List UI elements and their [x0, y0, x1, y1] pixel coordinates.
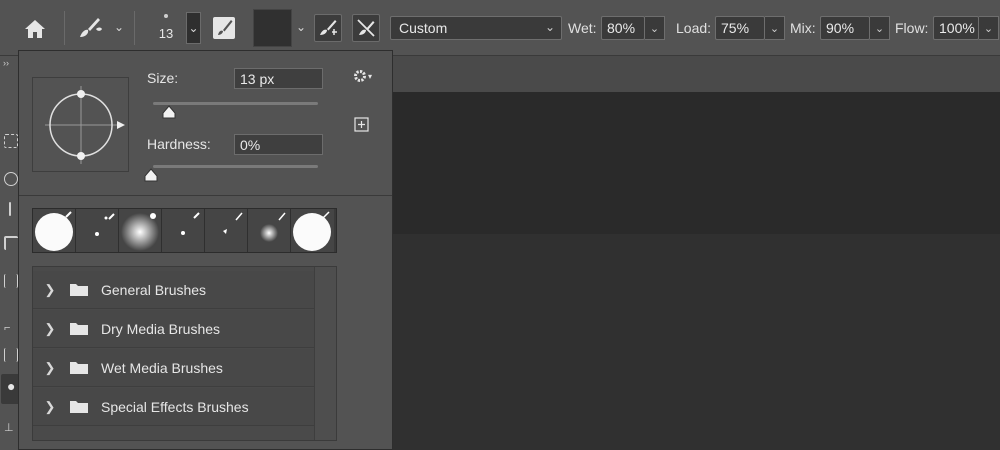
- flow-field[interactable]: 100%: [933, 16, 979, 40]
- tool-preset-picker[interactable]: [74, 14, 106, 42]
- hardness-slider-thumb[interactable]: [143, 168, 159, 182]
- mix-label: Mix:: [790, 20, 816, 36]
- recent-brush-tip[interactable]: [119, 209, 162, 252]
- recent-brush-tip[interactable]: [205, 209, 248, 252]
- chevron-down-icon[interactable]: ⌄: [114, 20, 124, 34]
- frame-tool-icon[interactable]: [4, 274, 18, 288]
- crop-tool-icon[interactable]: [4, 236, 18, 250]
- options-bar: ⌄ 13 ⌄ ⌄ Custom ⌄ Wet: 80% ⌄ Load: 75% ⌄…: [0, 0, 1000, 56]
- small-round-brush-icon: [95, 213, 115, 236]
- brush-tip-preview: [164, 14, 168, 18]
- brush-angle-control[interactable]: [33, 78, 130, 173]
- healing-tool-icon[interactable]: [4, 348, 18, 362]
- mix-dropdown[interactable]: ⌄: [870, 16, 890, 40]
- brush-folder-row[interactable]: ❯ Wet Media Brushes: [33, 349, 315, 387]
- brush-folder-row[interactable]: ❯ Dry Media Brushes: [33, 310, 315, 348]
- load-field[interactable]: 75%: [715, 16, 765, 40]
- drop-icon: ●: [7, 378, 16, 394]
- lasso-tool-icon[interactable]: [4, 172, 18, 186]
- chevron-right-icon[interactable]: ❯: [39, 399, 61, 415]
- new-preset-icon[interactable]: [354, 117, 369, 132]
- small-round-brush-icon: [181, 212, 200, 235]
- chevron-right-icon[interactable]: ❯: [39, 321, 61, 337]
- clone-stamp-tool-icon[interactable]: ⊥: [4, 418, 18, 434]
- folder-icon: [70, 323, 88, 335]
- divider: [19, 195, 392, 196]
- brush-settings-button[interactable]: [208, 13, 240, 43]
- current-brush-load-swatch[interactable]: [253, 9, 292, 47]
- brush-folder-label: Special Effects Brushes: [101, 398, 249, 415]
- flow-dropdown[interactable]: ⌄: [979, 16, 999, 40]
- mix-field[interactable]: 90%: [820, 16, 870, 40]
- load-brush-icon: [320, 20, 337, 35]
- recent-brush-tip[interactable]: [76, 209, 119, 252]
- hard-round-brush-icon: [293, 211, 331, 251]
- clean-brush-button[interactable]: [352, 14, 380, 42]
- folder-icon: [70, 284, 88, 296]
- brush-folder-row[interactable]: ❯ General Brushes: [33, 271, 315, 309]
- brush-folder-label: Wet Media Brushes: [101, 359, 223, 376]
- hardness-slider[interactable]: [153, 165, 318, 168]
- expand-panel-icon[interactable]: ››: [3, 58, 9, 68]
- chevron-right-icon[interactable]: ❯: [39, 282, 61, 298]
- document-canvas[interactable]: [392, 234, 1000, 450]
- load-brush-button[interactable]: [314, 14, 342, 42]
- brush-folders-list: ❯ General Brushes ❯ Dry Media Brushes ❯ …: [32, 266, 337, 441]
- chevron-right-icon[interactable]: ❯: [39, 360, 61, 376]
- recent-brush-tip[interactable]: [248, 209, 291, 252]
- separator: [64, 11, 65, 45]
- brush-preset-button[interactable]: 13: [146, 6, 186, 50]
- soft-round-brush-icon: [121, 213, 159, 251]
- blend-preset-value: Custom: [399, 20, 448, 36]
- load-dropdown[interactable]: ⌄: [765, 16, 785, 40]
- chevron-down-icon: ▾: [368, 71, 373, 81]
- clean-brush-icon: [357, 19, 375, 37]
- recent-brush-tip[interactable]: [162, 209, 205, 252]
- hardness-label: Hardness:: [147, 136, 211, 152]
- folder-icon: [70, 362, 88, 374]
- chevron-down-icon[interactable]: ⌄: [296, 20, 306, 34]
- brush-folder-label: Dry Media Brushes: [101, 320, 221, 337]
- folders-scrollbar[interactable]: [314, 267, 336, 440]
- brush-folder-label: General Brushes: [101, 281, 207, 298]
- chevron-down-icon: ⌄: [188, 21, 199, 35]
- picker-settings-button[interactable]: ▾: [353, 69, 372, 83]
- size-slider[interactable]: [153, 102, 318, 105]
- folder-icon: [70, 401, 88, 413]
- size-field[interactable]: 13 px: [234, 68, 323, 89]
- brush-settings-icon: [213, 17, 235, 39]
- canvas-pasteboard: [392, 92, 1000, 234]
- hardness-field[interactable]: 0%: [234, 134, 323, 155]
- wet-field[interactable]: 80%: [601, 16, 645, 40]
- size-slider-thumb[interactable]: [161, 105, 177, 119]
- recent-brush-tip[interactable]: [33, 209, 76, 252]
- brush-preset-picker-panel: Size: 13 px Hardness: 0% ▾ ❯ General Bru…: [18, 50, 393, 450]
- size-label: Size:: [147, 70, 179, 86]
- quick-select-tool-icon[interactable]: [9, 202, 11, 216]
- mixer-brush-icon: [80, 18, 102, 37]
- recent-brush-tip[interactable]: [291, 209, 334, 252]
- recent-brushes-strip: [32, 208, 337, 253]
- eyedropper-tool-icon[interactable]: ⌐: [4, 318, 18, 334]
- marquee-tool-icon[interactable]: [4, 134, 18, 148]
- load-label: Load:: [676, 20, 712, 36]
- separator: [134, 11, 135, 45]
- flow-label: Flow:: [895, 20, 929, 36]
- brush-folder-row[interactable]: ❯ Special Effects Brushes: [33, 388, 315, 426]
- mixer-blend-preset-select[interactable]: Custom ⌄: [390, 16, 562, 40]
- brush-size-preview: 13: [158, 26, 174, 41]
- document-tab-bar: [392, 56, 1000, 92]
- wet-dropdown[interactable]: ⌄: [645, 16, 665, 40]
- home-button[interactable]: [14, 14, 56, 44]
- soft-small-brush-icon: [260, 212, 286, 242]
- brush-picker-toggle[interactable]: ⌄: [186, 12, 201, 44]
- home-icon: [25, 20, 45, 38]
- wet-label: Wet:: [568, 20, 597, 36]
- gear-icon: [354, 70, 366, 82]
- hard-round-brush-icon: [35, 211, 73, 251]
- pencil-brush-icon: [223, 212, 243, 234]
- chevron-down-icon: ⌄: [544, 20, 555, 34]
- brush-angle-roundness-preview[interactable]: [32, 77, 129, 172]
